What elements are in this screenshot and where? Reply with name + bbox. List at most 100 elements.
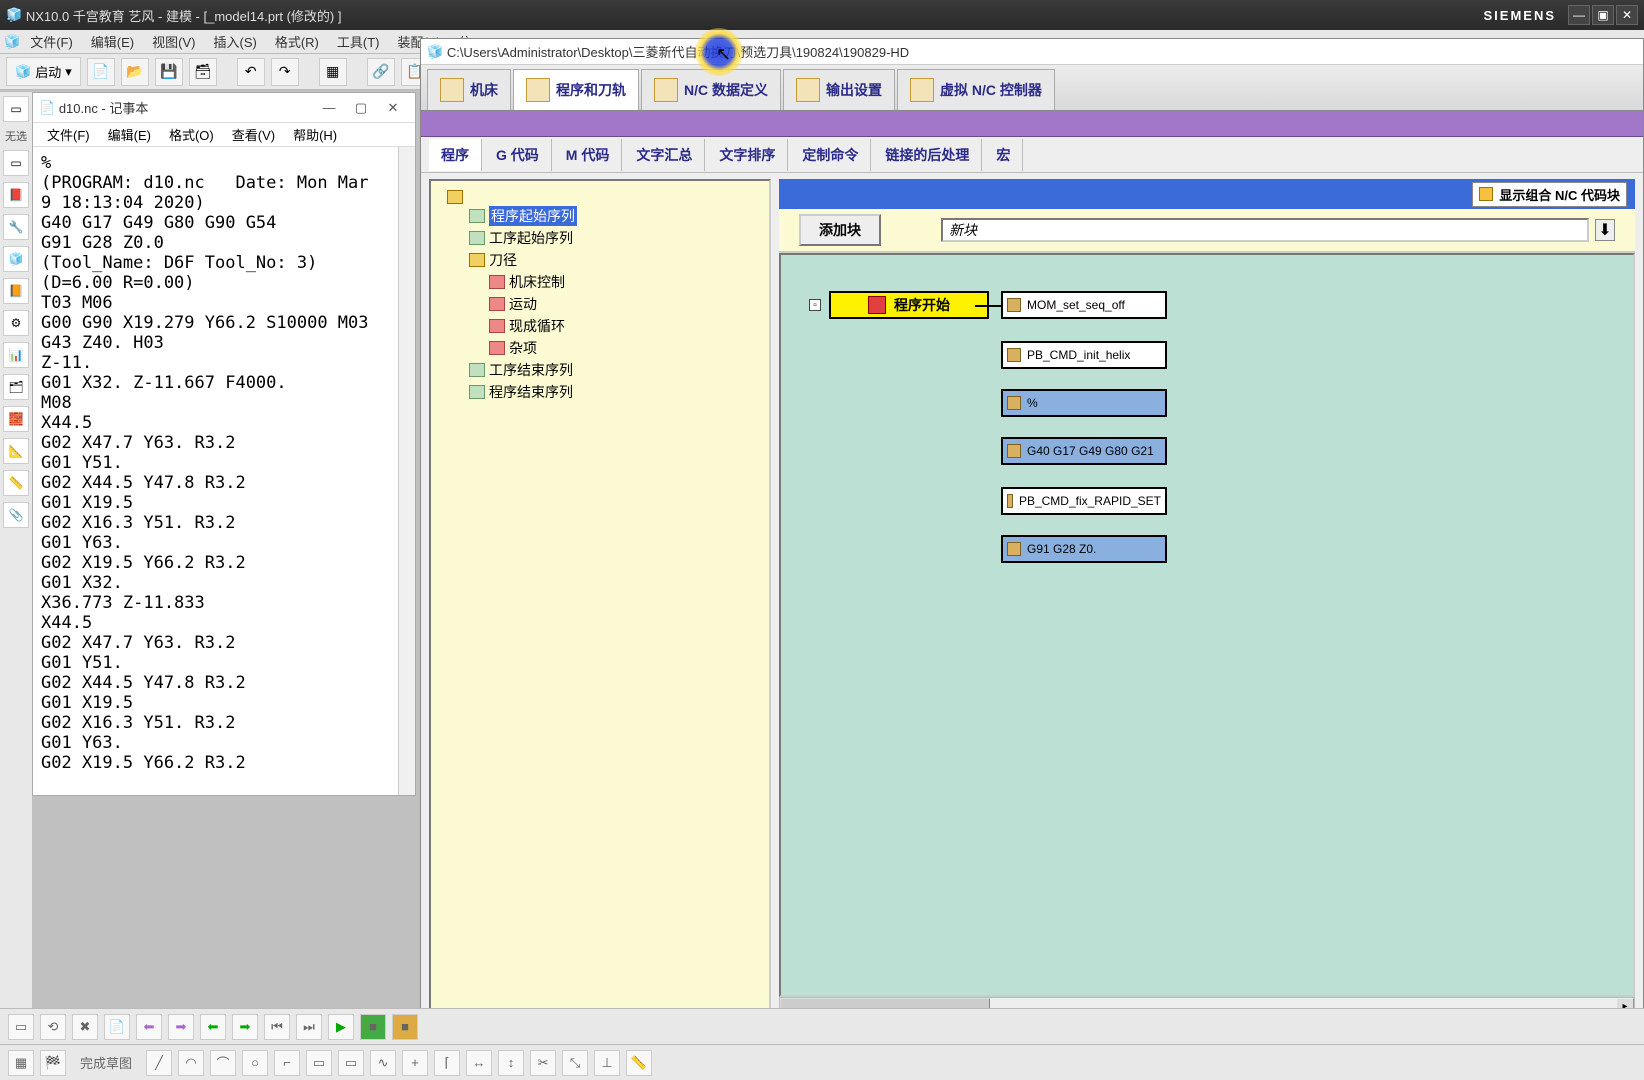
ribbon-icon-5[interactable]: 🧊 xyxy=(3,246,29,272)
ribbon-icon-10[interactable]: 🧱 xyxy=(3,406,29,432)
subtab-custom[interactable]: 定制命令 xyxy=(790,139,871,171)
arc-icon[interactable]: ◠ xyxy=(178,1050,204,1076)
grid-icon[interactable]: ▦ xyxy=(319,58,347,86)
ribbon-icon-9[interactable]: 🗂 xyxy=(3,374,29,400)
nc-block[interactable]: PB_CMD_init_helix xyxy=(1001,341,1167,369)
tree-item[interactable]: 杂项 xyxy=(487,337,763,359)
open-icon[interactable]: 📂 xyxy=(121,58,149,86)
maximize-button[interactable]: ▣ xyxy=(1592,5,1614,25)
bt-icon[interactable]: ⏭ xyxy=(296,1014,322,1040)
spline-icon[interactable]: ∿ xyxy=(370,1050,396,1076)
tab-ncdata[interactable]: N/C 数据定义 xyxy=(641,69,781,110)
arrow-left-icon[interactable]: ⬅ xyxy=(136,1014,162,1040)
nc-block[interactable]: G40 G17 G49 G80 G21 xyxy=(1001,437,1167,465)
tab-virtual[interactable]: 虚拟 N/C 控制器 xyxy=(897,69,1055,110)
rect-icon[interactable]: ▭ xyxy=(306,1050,332,1076)
menu-file[interactable]: 文件(F) xyxy=(22,30,81,53)
dropdown-arrow-icon[interactable]: ⬇ xyxy=(1595,219,1615,241)
tree-item[interactable]: 运动 xyxy=(487,293,763,315)
nc-block[interactable]: % xyxy=(1001,389,1167,417)
ribbon-icon-1[interactable]: ▭ xyxy=(3,96,29,122)
event-canvas[interactable]: ▫ 程序开始 MOM_set_seq_off PB_CMD_init_helix%… xyxy=(779,253,1635,997)
bt-icon[interactable]: ▭ xyxy=(8,1014,34,1040)
notepad-text[interactable]: % (PROGRAM: d10.nc Date: Mon Mar 9 18:13… xyxy=(33,147,415,795)
menu-tools[interactable]: 工具(T) xyxy=(329,30,388,53)
ribbon-icon-7[interactable]: ⚙ xyxy=(3,310,29,336)
arrow-right-icon[interactable]: ➡ xyxy=(168,1014,194,1040)
trim-icon[interactable]: ✂ xyxy=(530,1050,556,1076)
flag-icon[interactable]: 🏁 xyxy=(40,1050,66,1076)
rect-icon[interactable]: ▭ xyxy=(338,1050,364,1076)
nc-block[interactable]: PB_CMD_fix_RAPID_SET xyxy=(1001,487,1167,515)
subtab-macro[interactable]: 宏 xyxy=(984,139,1023,171)
close-button[interactable]: ✕ xyxy=(1616,5,1638,25)
line-icon[interactable]: ╱ xyxy=(146,1050,172,1076)
arc2-icon[interactable]: ⌒ xyxy=(210,1050,236,1076)
menu-insert[interactable]: 插入(S) xyxy=(205,30,264,53)
tree-item[interactable]: 程序起始序列 xyxy=(467,205,763,227)
redo-icon[interactable]: ↷ xyxy=(271,58,299,86)
tree-item[interactable]: 现成循环 xyxy=(487,315,763,337)
np-max-button[interactable]: ▢ xyxy=(345,97,377,119)
ribbon-icon-11[interactable]: 📐 xyxy=(3,438,29,464)
circle-icon[interactable]: ○ xyxy=(242,1050,268,1076)
subtab-gcode[interactable]: G 代码 xyxy=(484,139,552,171)
polyline-icon[interactable]: ⌐ xyxy=(274,1050,300,1076)
bt-icon[interactable]: 📄 xyxy=(104,1014,130,1040)
sketch-icon[interactable]: ▦ xyxy=(8,1050,34,1076)
subtab-order[interactable]: 文字排序 xyxy=(707,139,788,171)
bt-icon[interactable]: ⏮ xyxy=(264,1014,290,1040)
tab-machine[interactable]: 机床 xyxy=(427,69,511,110)
event-label[interactable]: 程序开始 xyxy=(829,291,989,319)
fillet-icon[interactable]: ⌈ xyxy=(434,1050,460,1076)
ribbon-icon-3[interactable]: 📕 xyxy=(3,182,29,208)
ribbon-icon-6[interactable]: 📙 xyxy=(3,278,29,304)
notepad-scrollbar[interactable] xyxy=(398,147,415,795)
ribbon-icon-4[interactable]: 🔧 xyxy=(3,214,29,240)
block-type-dropdown[interactable]: ⬇ xyxy=(941,218,1615,242)
save-icon[interactable]: 💾 xyxy=(155,58,183,86)
start-button[interactable]: 🧊 启动 ▾ xyxy=(6,57,81,86)
tab-output[interactable]: 输出设置 xyxy=(783,69,895,110)
cube2-icon[interactable]: ■ xyxy=(392,1014,418,1040)
measure-icon[interactable]: 📏 xyxy=(626,1050,652,1076)
ribbon-icon-13[interactable]: 📎 xyxy=(3,502,29,528)
ribbon-icon-2[interactable]: ▭ xyxy=(3,150,29,176)
menu-format[interactable]: 格式(R) xyxy=(267,30,327,53)
subtab-program[interactable]: 程序 xyxy=(429,139,482,171)
collapse-toggle[interactable]: ▫ xyxy=(809,299,821,311)
point-icon[interactable]: + xyxy=(402,1050,428,1076)
np-menu-view[interactable]: 查看(V) xyxy=(224,123,283,146)
np-menu-help[interactable]: 帮助(H) xyxy=(285,123,345,146)
np-min-button[interactable]: — xyxy=(313,97,345,119)
tree-item[interactable]: 刀径 xyxy=(467,249,763,271)
nc-block[interactable]: MOM_set_seq_off xyxy=(1001,291,1167,319)
np-close-button[interactable]: ✕ xyxy=(377,97,409,119)
bt-icon[interactable]: ✖ xyxy=(72,1014,98,1040)
link-icon[interactable]: 🔗 xyxy=(367,58,395,86)
dim2-icon[interactable]: ↕ xyxy=(498,1050,524,1076)
block-type-input[interactable] xyxy=(941,218,1589,242)
pb-titlebar[interactable]: 🧊 C:\Users\Administrator\Desktop\三菱新代自动换… xyxy=(421,39,1643,65)
nc-block[interactable]: G91 G28 Z0. xyxy=(1001,535,1167,563)
cube-icon[interactable]: ■ xyxy=(360,1014,386,1040)
menu-view[interactable]: 视图(V) xyxy=(144,30,203,53)
ribbon-icon-8[interactable]: 📊 xyxy=(3,342,29,368)
tree-item[interactable]: 程序结束序列 xyxy=(467,381,763,403)
program-start-event[interactable]: ▫ 程序开始 xyxy=(809,291,989,319)
subtab-summary[interactable]: 文字汇总 xyxy=(624,139,705,171)
notepad-titlebar[interactable]: 📄 d10.nc - 记事本 — ▢ ✕ xyxy=(33,93,415,123)
menu-edit[interactable]: 编辑(E) xyxy=(83,30,142,53)
np-menu-edit[interactable]: 编辑(E) xyxy=(100,123,159,146)
constraint-icon[interactable]: ⊥ xyxy=(594,1050,620,1076)
minimize-button[interactable]: — xyxy=(1568,5,1590,25)
tree-item[interactable]: 工序结束序列 xyxy=(467,359,763,381)
tree-item[interactable]: 机床控制 xyxy=(487,271,763,293)
show-combined-toggle[interactable]: 显示组合 N/C 代码块 xyxy=(1472,182,1627,207)
arrow-left2-icon[interactable]: ⬅ xyxy=(200,1014,226,1040)
bt-icon[interactable]: ⟲ xyxy=(40,1014,66,1040)
ribbon-icon-12[interactable]: 📏 xyxy=(3,470,29,496)
tree-item[interactable]: 工序起始序列 xyxy=(467,227,763,249)
subtab-mcode[interactable]: M 代码 xyxy=(554,139,623,171)
add-block-button[interactable]: 添加块 xyxy=(799,214,881,246)
